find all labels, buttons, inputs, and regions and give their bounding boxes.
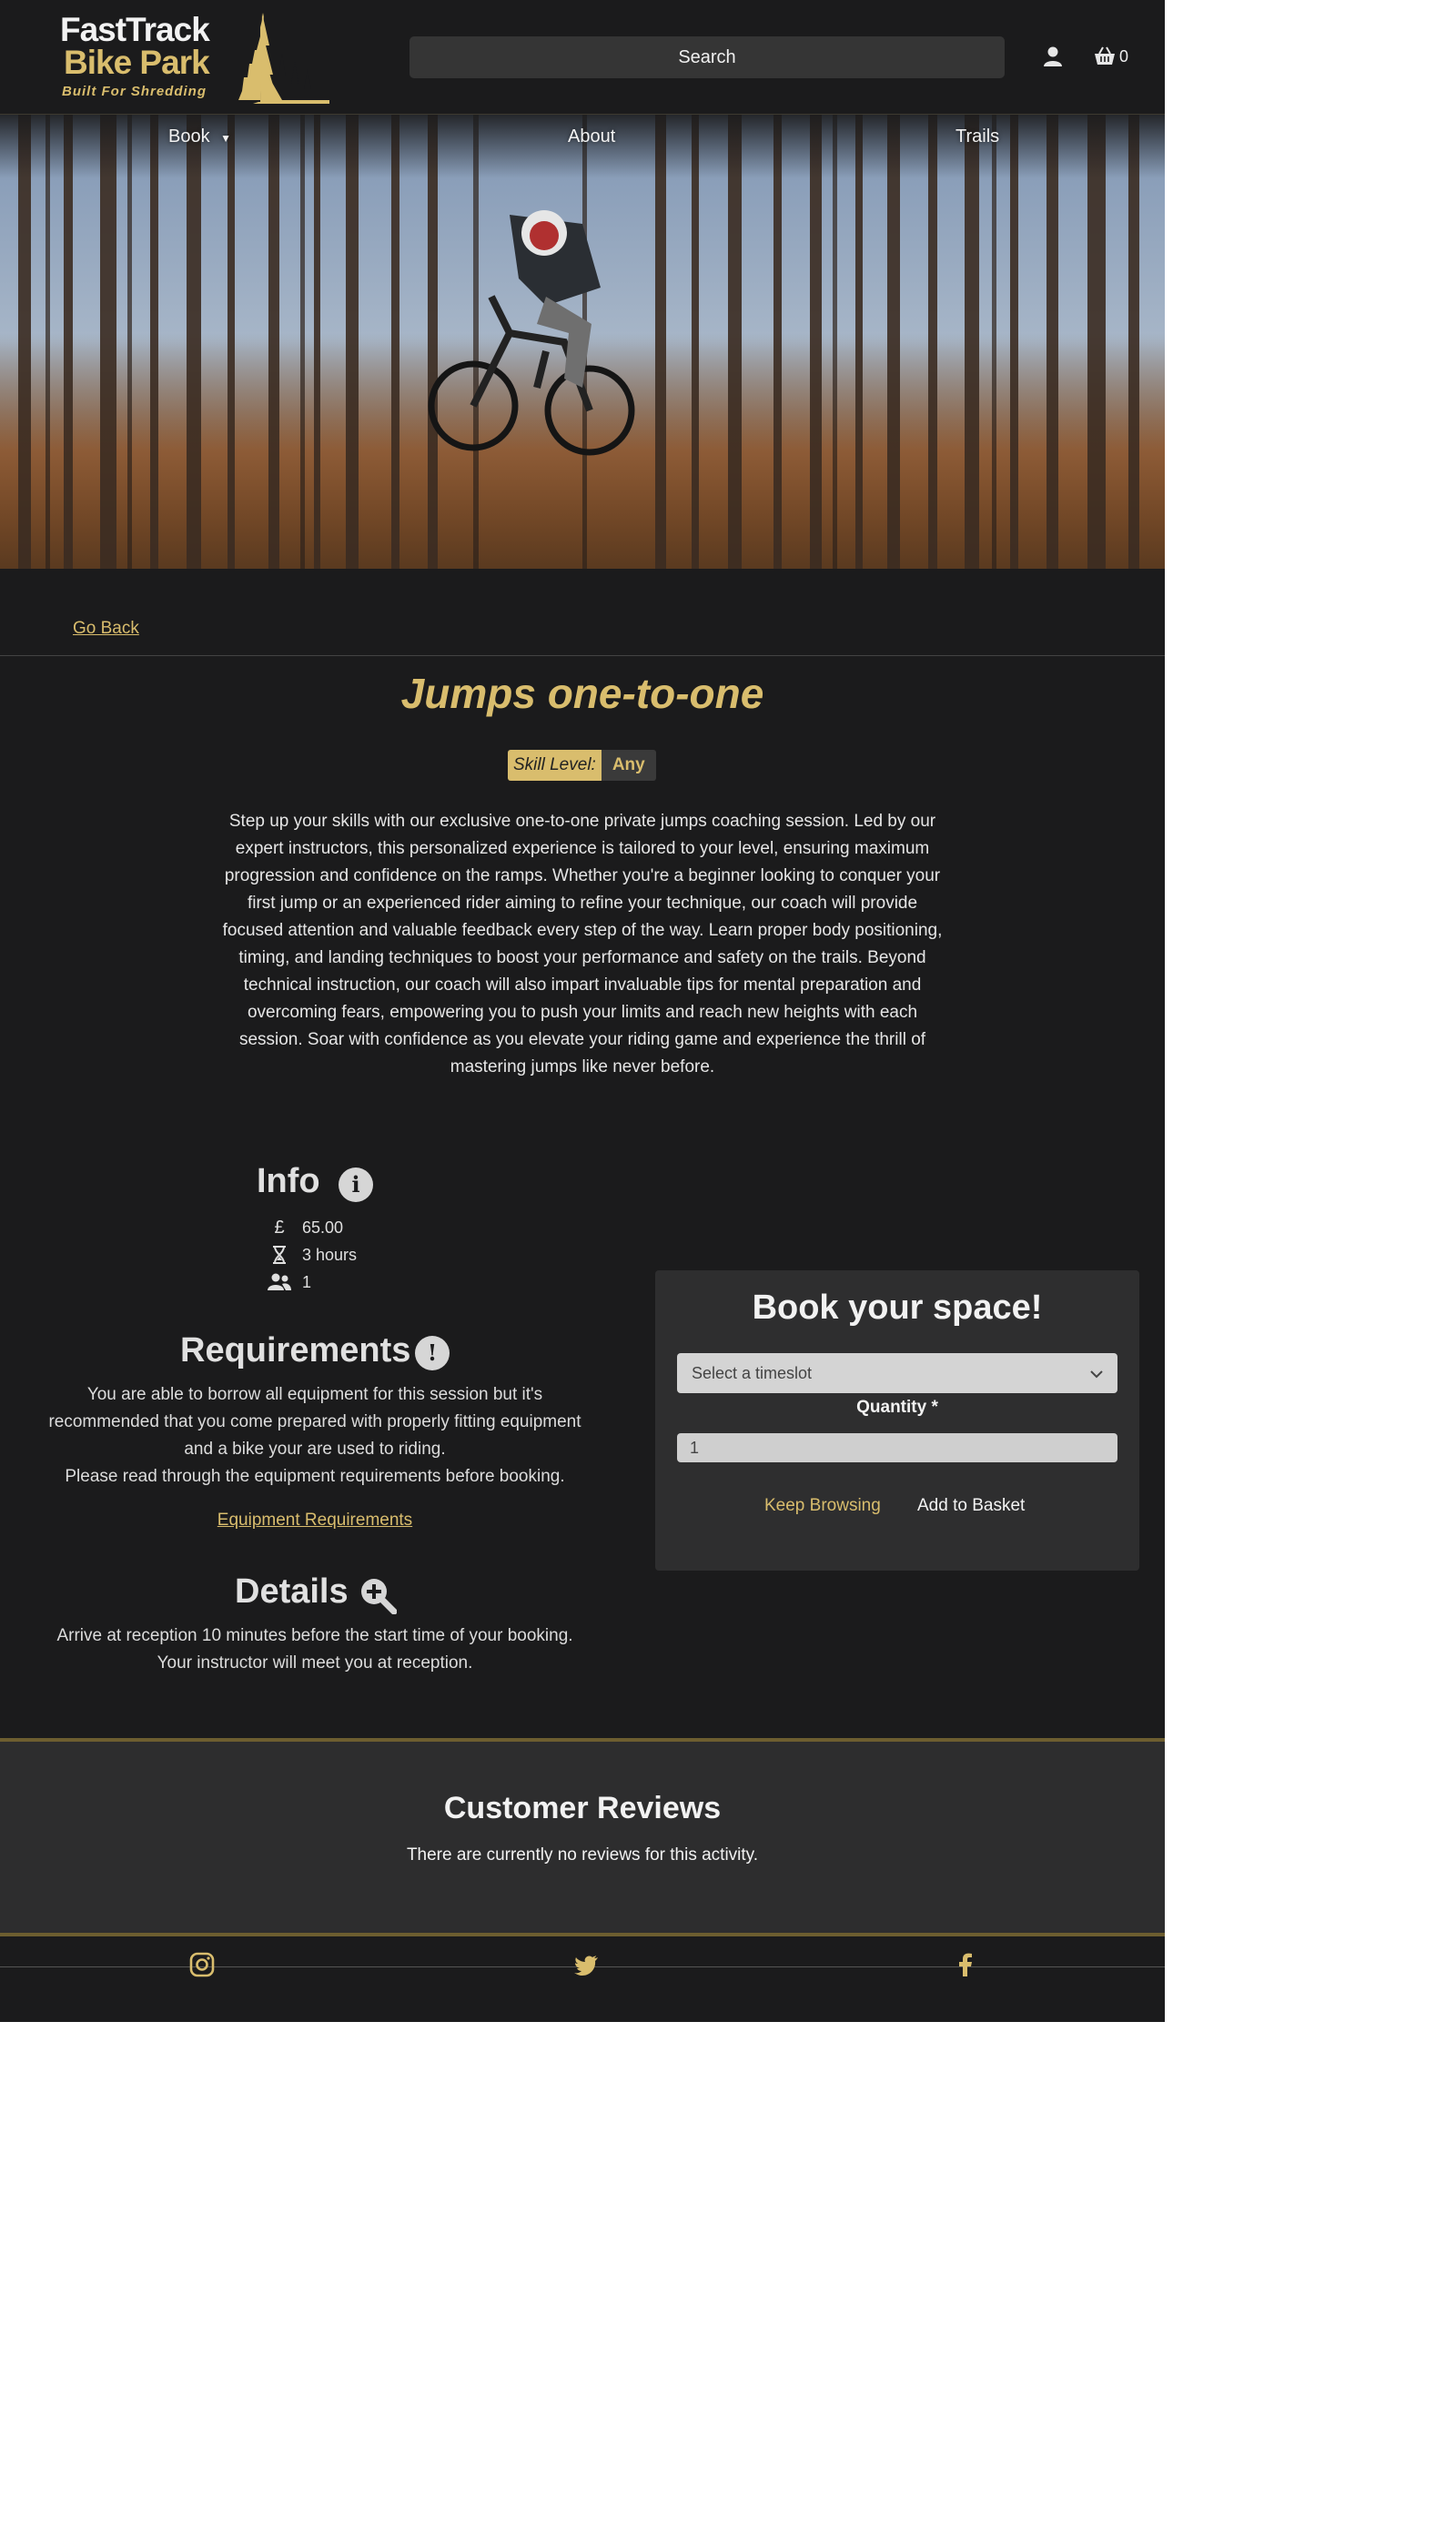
exclamation-icon: ! — [415, 1336, 450, 1370]
twitter-icon[interactable] — [572, 1951, 600, 1978]
info-heading: Info — [257, 1162, 320, 1200]
quantity-input[interactable]: 1 — [677, 1433, 1117, 1462]
quantity-label: Quantity * — [856, 1398, 938, 1417]
keep-browsing-button[interactable]: Keep Browsing — [764, 1496, 881, 1516]
activity-description: Step up your skills with our exclusive o… — [222, 812, 943, 1077]
reviews-empty-text: There are currently no reviews for this … — [406, 1845, 759, 1865]
details-heading: Details — [235, 1572, 349, 1611]
requirements-heading: Requirements — [180, 1331, 411, 1370]
reviews-heading: Customer Reviews — [443, 1791, 722, 1825]
timeslot-placeholder: Select a timeslot — [692, 1364, 813, 1382]
requirements-text-2: Please read through the equipment requir… — [65, 1467, 565, 1486]
hourglass-icon — [266, 1246, 293, 1264]
instagram-icon[interactable] — [188, 1951, 216, 1978]
site-logo[interactable]: FastTrack Bike Park Built For Shredding — [56, 9, 329, 105]
logo-tagline: Built For Shredding — [62, 84, 207, 99]
price-value: 65.00 — [302, 1218, 344, 1237]
caret-down-icon: ▼ — [220, 132, 232, 145]
facebook-icon[interactable] — [952, 1951, 979, 1978]
top-header: FastTrack Bike Park Built For Shredding … — [0, 0, 1165, 115]
magnify-plus-icon — [361, 1579, 397, 1614]
activity-title: Jumps one-to-one — [400, 670, 764, 717]
chevron-down-icon — [1090, 1353, 1103, 1393]
add-to-basket-button[interactable]: Add to Basket — [917, 1496, 1025, 1516]
info-price: £ 65.00 — [266, 1215, 343, 1240]
logo-line2: Bike Park — [64, 44, 210, 81]
info-icon: i — [339, 1167, 373, 1202]
divider — [0, 655, 1165, 656]
user-icon[interactable] — [1043, 45, 1063, 67]
go-back-link[interactable]: Go Back — [73, 619, 139, 639]
nav-about[interactable]: About — [568, 115, 615, 158]
booking-card: Book your space! Select a timeslot Quant… — [655, 1270, 1139, 1571]
details-line-2: Your instructor will meet you at recepti… — [157, 1653, 473, 1673]
main-nav: Book ▼ About Trails — [0, 115, 1165, 169]
pound-icon: £ — [274, 1217, 285, 1238]
search-input[interactable]: Search — [410, 36, 1005, 78]
nav-trails[interactable]: Trails — [956, 115, 999, 158]
capacity-value: 1 — [302, 1272, 312, 1291]
info-duration: 3 hours — [266, 1242, 357, 1268]
details-line-1: Arrive at reception 10 minutes before th… — [56, 1626, 573, 1645]
cart-count: 0 — [1119, 46, 1129, 66]
timeslot-select[interactable]: Select a timeslot — [677, 1353, 1117, 1393]
info-capacity: 1 — [266, 1269, 311, 1295]
requirements-text: You are able to borrow all equipment for… — [36, 1381, 593, 1491]
details-text: Arrive at reception 10 minutes before th… — [0, 1622, 630, 1677]
equipment-requirements-link[interactable]: Equipment Requirements — [0, 1511, 630, 1531]
skill-level-label: Skill Level: — [508, 750, 602, 781]
nav-book[interactable]: Book ▼ — [168, 115, 231, 158]
reviews-section: Customer Reviews There are currently no … — [0, 1738, 1165, 1936]
cart-button[interactable]: 0 — [1094, 44, 1128, 69]
duration-value: 3 hours — [302, 1245, 358, 1264]
requirements-text-1: You are able to borrow all equipment for… — [48, 1385, 581, 1459]
skill-level-badge: Skill Level: Any — [508, 750, 656, 781]
logo-trees-graphic — [238, 13, 329, 104]
booking-heading: Book your space! — [752, 1289, 1043, 1327]
skill-level-value: Any — [601, 750, 656, 781]
users-icon — [266, 1273, 293, 1291]
basket-icon — [1095, 46, 1115, 65]
hero-image — [0, 115, 1165, 569]
page: FastTrack Bike Park Built For Shredding … — [0, 0, 1165, 2022]
nav-book-label: Book — [168, 126, 210, 147]
